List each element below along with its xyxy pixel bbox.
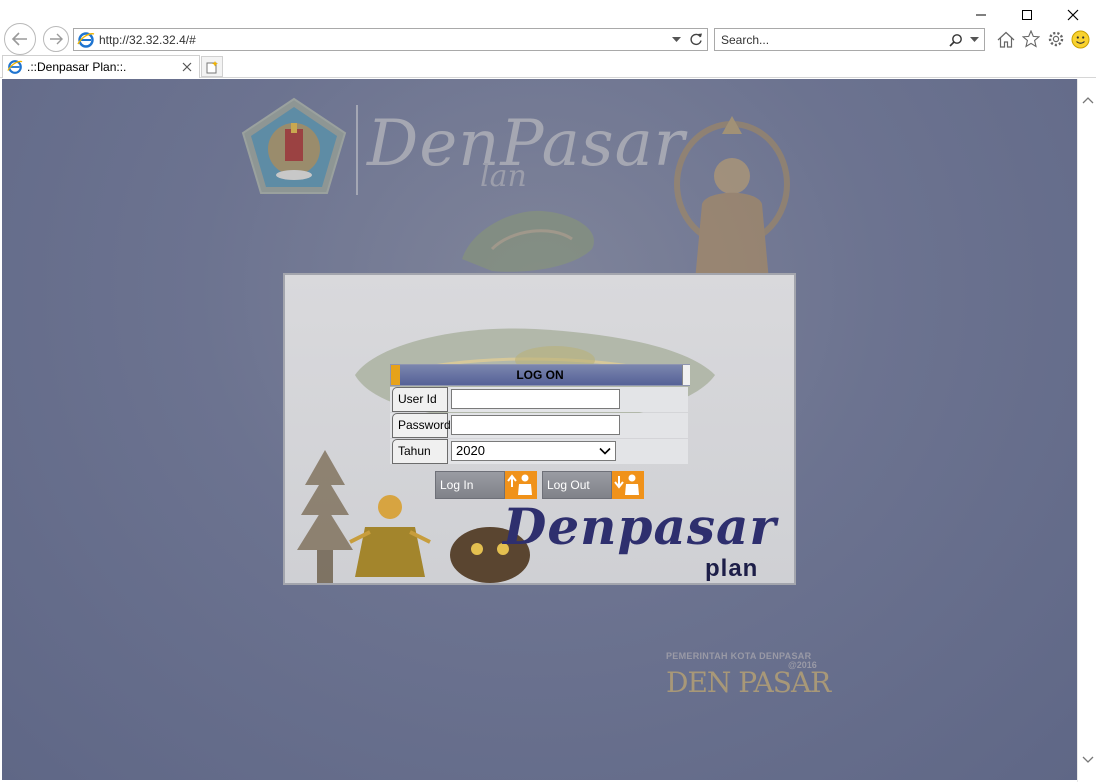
title-divider [356, 105, 358, 195]
gear-icon [1048, 31, 1063, 47]
refresh-button[interactable] [687, 31, 705, 49]
close-tab-button[interactable] [179, 59, 195, 75]
forward-button[interactable] [43, 26, 69, 52]
search-dropdown-button[interactable] [966, 31, 982, 49]
tools-button[interactable] [1045, 28, 1066, 50]
close-icon [182, 62, 192, 72]
arrow-right-icon [50, 33, 63, 45]
login-user-icon [505, 471, 537, 499]
toolbar-icons [995, 28, 1091, 50]
search-input[interactable] [715, 29, 948, 50]
window-controls [958, 4, 1096, 26]
tab-strip: .::Denpasar Plan::. [0, 55, 1096, 78]
back-button[interactable] [4, 23, 36, 55]
brand-subtitle: lan [480, 159, 527, 194]
address-bar[interactable]: http://32.32.32.4/# [73, 28, 708, 51]
login-form-title: LOG ON [516, 368, 564, 382]
city-emblem-logo [241, 97, 347, 194]
year-row: Tahun 2020 [390, 439, 688, 464]
search-icon [949, 33, 962, 47]
close-window-button[interactable] [1050, 4, 1096, 26]
panel-brand-text: Denpasar [503, 497, 777, 556]
year-select-value: 2020 [456, 443, 485, 458]
minimize-icon [976, 14, 986, 16]
year-label: Tahun [392, 439, 448, 464]
chevron-down-icon [969, 36, 979, 42]
close-icon [1067, 9, 1079, 21]
refresh-icon [689, 33, 702, 46]
footer-brand: PEMERINTAH KOTA DENPASAR @2016 DEN PASAR [666, 651, 846, 699]
ie-page-icon [77, 31, 95, 48]
login-form-header: LOG ON [390, 364, 690, 386]
home-icon [997, 31, 1014, 48]
search-button[interactable] [948, 31, 964, 49]
user-id-input[interactable] [451, 389, 620, 409]
smiley-icon [1071, 30, 1090, 48]
address-dropdown-button[interactable] [667, 31, 685, 49]
password-row: Password [390, 413, 688, 438]
chevron-down-icon [599, 447, 611, 455]
url-text[interactable]: http://32.32.32.4/# [99, 33, 667, 47]
feedback-button[interactable] [1070, 28, 1091, 50]
year-select[interactable]: 2020 [451, 441, 616, 461]
password-label: Password [392, 413, 451, 438]
panel-brand-subtext: plan [705, 555, 759, 582]
search-bar [714, 28, 985, 51]
logout-button-label: Log Out [542, 471, 612, 499]
page-viewport: DenPasar lan PEMERINTAH KOTA DENPASAR @2… [2, 79, 1077, 780]
user-id-row: User Id [390, 387, 688, 412]
maximize-button[interactable] [1004, 4, 1050, 26]
footer-logo: DEN PASAR [666, 666, 831, 699]
chevron-down-icon [671, 36, 681, 42]
favorites-button[interactable] [1020, 28, 1041, 50]
logout-button[interactable]: Log Out [542, 471, 644, 499]
vertical-scrollbar[interactable] [1077, 79, 1096, 782]
tab-denpasar-plan[interactable]: .::Denpasar Plan::. [2, 55, 200, 78]
tab-title: .::Denpasar Plan::. [27, 60, 127, 74]
user-id-label: User Id [392, 387, 448, 412]
logout-user-icon [612, 471, 644, 499]
login-button-label: Log In [435, 471, 505, 499]
scroll-down-button[interactable] [1081, 753, 1094, 766]
maximize-icon [1022, 10, 1032, 20]
new-tab-icon [206, 60, 218, 73]
chevron-up-icon [1082, 96, 1093, 103]
login-button[interactable]: Log In [435, 471, 537, 499]
ie-page-icon [7, 60, 23, 74]
login-panel: Denpasar plan LOG ON User Id Password Ta… [283, 273, 796, 585]
dancer-image [349, 495, 431, 577]
scroll-up-button[interactable] [1081, 93, 1094, 106]
new-tab-button[interactable] [201, 56, 223, 77]
minimize-button[interactable] [958, 4, 1004, 26]
chevron-down-icon [1082, 756, 1093, 763]
star-icon [1021, 30, 1040, 48]
password-input[interactable] [451, 415, 620, 435]
island-map-image [462, 210, 594, 272]
home-button[interactable] [995, 28, 1016, 50]
header-cap [682, 365, 690, 385]
arrow-left-icon [11, 32, 27, 46]
